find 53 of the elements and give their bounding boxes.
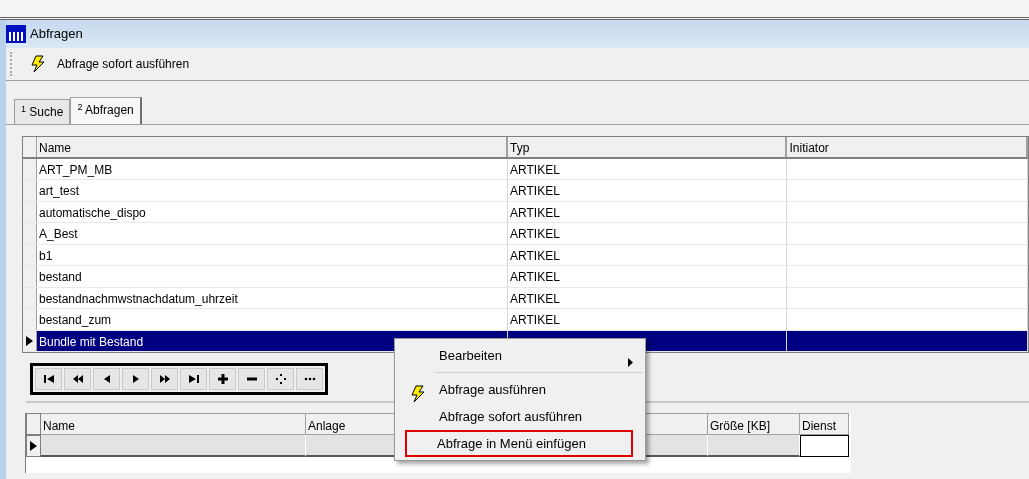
toolbar-button[interactable]: Abfrage sofort ausführen: [23, 53, 196, 75]
column-header: Dienst: [800, 413, 849, 435]
table-cell: bestandnachmwstnachdatum_uhrzeit: [37, 287, 509, 308]
table-cell: bestand: [37, 266, 509, 287]
menu-item[interactable]: Abfrage ausführen: [397, 376, 643, 403]
window-title: Abfragen: [30, 25, 83, 44]
column-header: Größe [KB]: [708, 413, 800, 435]
table-cell: ARTIKEL: [508, 158, 788, 179]
table-cell: ARTIKEL: [508, 309, 788, 330]
table-cell: automatische_dispo: [37, 201, 509, 222]
move-button[interactable]: [267, 368, 294, 390]
first-record-icon: [42, 373, 55, 385]
submenu-arrow-icon: [628, 358, 633, 368]
tab[interactable]: $^{2}$ Abfragen: [70, 97, 142, 124]
lightning-icon: [29, 55, 45, 73]
row-header[interactable]: [26, 435, 41, 457]
table-cell: ARTIKEL: [508, 287, 788, 308]
last-record-icon: [187, 373, 200, 385]
column-header: Name: [37, 137, 509, 157]
table-cell: ARTIKEL: [508, 180, 788, 201]
toolbar-grip: [10, 52, 13, 76]
menu-item[interactable]: Abfrage in Menü einfügen: [405, 430, 633, 457]
row-pointer-icon: [30, 441, 37, 451]
fast-back-button[interactable]: [64, 368, 91, 390]
fast-forward-button[interactable]: [151, 368, 178, 390]
app-icon: [6, 24, 26, 45]
table-cell: ARTIKEL: [508, 201, 788, 222]
table-cell: ARTIKEL: [508, 223, 788, 244]
table-cell: ARTIKEL: [508, 244, 788, 265]
last-record-button[interactable]: [180, 368, 207, 390]
previous-button[interactable]: [93, 368, 120, 390]
table-cell: ARTIKEL: [508, 266, 788, 287]
next-button[interactable]: [122, 368, 149, 390]
plus-icon: [216, 373, 229, 385]
tab[interactable]: $^{1}$ Suche: [14, 99, 71, 124]
fast-back-icon: [71, 373, 84, 385]
table-cell: bestand_zum: [37, 309, 509, 330]
row-pointer-icon: [26, 335, 33, 346]
minus-button[interactable]: [238, 368, 265, 390]
column-header: Initiator: [787, 137, 1028, 157]
table-cell[interactable]: [800, 435, 849, 457]
first-record-button[interactable]: [35, 368, 62, 390]
table-cell: art_test: [37, 180, 509, 201]
plus-button[interactable]: [209, 368, 236, 390]
move-icon: [274, 373, 287, 385]
column-header: Typ: [508, 137, 788, 157]
column-header: Name: [41, 413, 306, 435]
fast-forward-icon: [158, 373, 171, 385]
table-cell: ART_PM_MB: [37, 158, 509, 179]
table-cell: A_Best: [37, 223, 509, 244]
lightning-icon: [409, 384, 425, 403]
table-cell: b1: [37, 244, 509, 265]
row-header[interactable]: [23, 330, 37, 351]
